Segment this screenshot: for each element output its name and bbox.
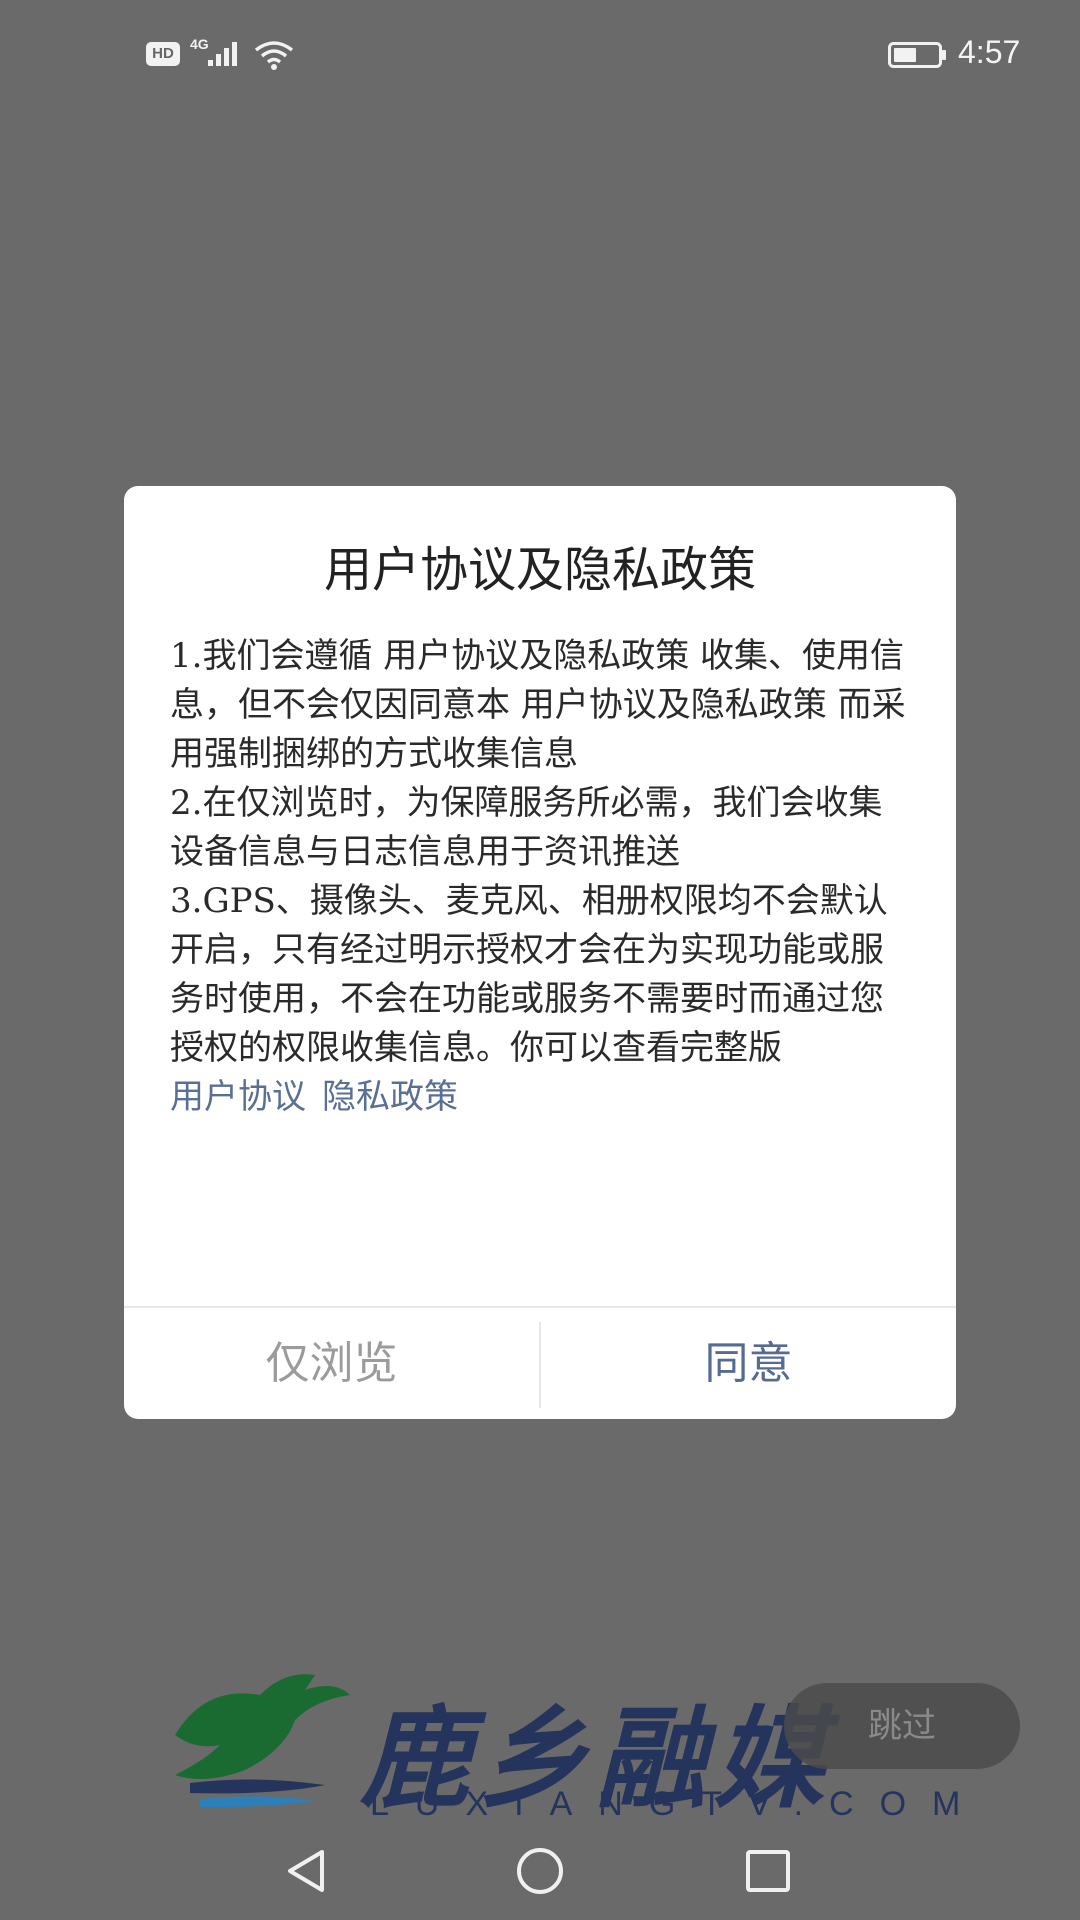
recent-apps-icon[interactable]	[744, 1848, 792, 1894]
brand-logo: 鹿乡融媒 LUXIANGTV.COM	[165, 1665, 960, 1825]
back-icon[interactable]	[282, 1846, 332, 1896]
privacy-policy-link[interactable]: 隐私政策	[322, 1077, 458, 1117]
user-agreement-link[interactable]: 用户协议	[170, 1077, 306, 1117]
brand-url: LUXIANGTV.COM	[370, 1785, 987, 1823]
status-bar: HD 4G 4:57	[0, 0, 1080, 110]
wifi-icon	[254, 41, 294, 70]
skip-button[interactable]: 跳过	[784, 1683, 1020, 1769]
dialog-title: 用户协议及隐私政策	[323, 542, 756, 598]
policy-paragraph-2: 2.在仅浏览时，为保障服务所必需，我们会收集设备信息与日志信息用于资讯推送	[170, 783, 883, 872]
dialog-body: 1.我们会遵循 用户协议及隐私政策 收集、使用信息，但不会仅因同意本 用户协议及…	[170, 632, 912, 1122]
screen: HD 4G 4:57 用户协议及隐私政策 1.我们会遵循 用户协议及隐私政策 收…	[0, 0, 1080, 1920]
policy-paragraph-3: 3.GPS、摄像头、麦克风、相册权限均不会默认开启，只有经过明示授权才会在为实现…	[170, 881, 888, 1068]
policy-paragraph-1: 1.我们会遵循 用户协议及隐私政策 收集、使用信息，但不会仅因同意本 用户协议及…	[170, 636, 906, 774]
browse-only-button[interactable]: 仅浏览	[124, 1308, 539, 1419]
navigation-bar	[0, 1820, 1080, 1920]
privacy-dialog: 用户协议及隐私政策 1.我们会遵循 用户协议及隐私政策 收集、使用信息，但不会仅…	[124, 486, 956, 1419]
status-time: 4:57	[958, 34, 1021, 70]
hd-badge: HD	[146, 42, 180, 66]
policy-links: 用户协议 隐私政策	[170, 1073, 912, 1122]
home-icon[interactable]	[514, 1846, 566, 1896]
agree-button[interactable]: 同意	[541, 1308, 956, 1419]
deer-logo-icon	[175, 1674, 350, 1808]
signal-icon	[208, 42, 237, 66]
battery-icon	[888, 42, 946, 68]
